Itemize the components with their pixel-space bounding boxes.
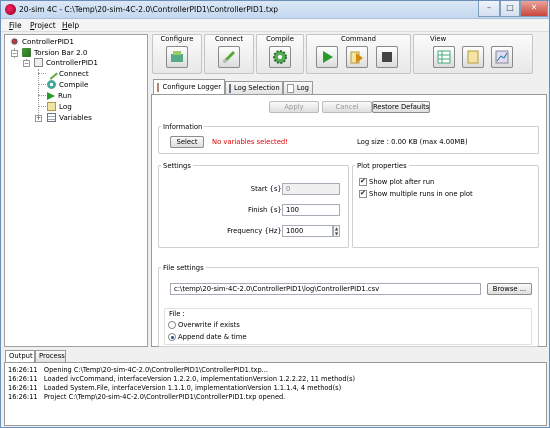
- tree-item-connect[interactable]: Connect: [45, 67, 89, 80]
- log-size-label: Log size : 0.00 KB (max 4.00MB): [357, 138, 468, 146]
- stop-button[interactable]: [376, 46, 398, 68]
- log-line: 16:26:11 Project C:\Temp\20-sim-4C-2.0\C…: [8, 393, 286, 401]
- toolbar-command: Command: [306, 34, 411, 74]
- model-icon: [34, 58, 43, 67]
- log-icon: [287, 83, 294, 93]
- tab-process[interactable]: Process: [35, 350, 66, 362]
- connect-button[interactable]: [218, 46, 240, 68]
- browse-button[interactable]: Browse ...: [487, 283, 532, 295]
- show-multiple-runs-label: Show multiple runs in one plot: [369, 190, 473, 198]
- compile-button[interactable]: [269, 46, 291, 68]
- play-icon: [47, 91, 55, 100]
- connect-icon: [222, 50, 236, 64]
- toolbar-view: View: [413, 34, 533, 74]
- play-log-icon: [350, 51, 363, 64]
- main-panel: Configure Logger Log Selection Log Apply…: [151, 79, 547, 347]
- frequency-spinner[interactable]: ▲ ▼: [333, 225, 340, 237]
- target-icon: [10, 37, 19, 46]
- tab-log-selection[interactable]: Log Selection: [225, 81, 283, 94]
- plot-icon: [495, 50, 509, 64]
- app-window: 20-sim 4C - C:\Temp\20-sim-4C-2.0\Contro…: [0, 0, 550, 428]
- log-line: 16:26:11 Loaded ivcCommand, interfaceVer…: [8, 375, 356, 383]
- stop-icon: [382, 52, 392, 62]
- finish-label: Finish {s}:: [248, 206, 284, 214]
- start-input[interactable]: 0: [282, 183, 340, 195]
- finish-input[interactable]: 100: [282, 204, 340, 216]
- menu-file[interactable]: File: [9, 21, 22, 30]
- apply-button[interactable]: Apply: [269, 101, 319, 113]
- file-settings-group: File settings c:\temp\20-sim-4C-2.0\Cont…: [158, 264, 539, 347]
- frequency-label: Frequency {Hz}:: [227, 227, 284, 235]
- output-log: 16:26:11 Opening C:\Temp\20-sim-4C-2.0\C…: [4, 362, 547, 426]
- start-label: Start {s}:: [250, 185, 284, 193]
- project-tree: ControllerPID1 − Torsion Bar 2.0 − Contr…: [4, 34, 148, 347]
- overwrite-label: Overwrite if exists: [178, 321, 240, 329]
- configure-icon: [171, 51, 183, 62]
- play-icon: [323, 51, 333, 63]
- table-icon: [47, 113, 56, 122]
- tree-item-compile[interactable]: Compile: [47, 80, 88, 89]
- tree-item-variables[interactable]: Variables: [47, 113, 92, 122]
- plot-properties-group: Plot properties Show plot after run Show…: [352, 162, 539, 248]
- table-icon: [437, 50, 451, 64]
- gear-icon: [273, 50, 287, 64]
- tree-root[interactable]: ControllerPID1: [10, 37, 74, 46]
- log-line: 16:26:11 Loaded System.File, interfaceVe…: [8, 384, 342, 392]
- overwrite-radio[interactable]: [168, 321, 176, 329]
- tab-configure-logger[interactable]: Configure Logger: [153, 79, 225, 94]
- configure-button[interactable]: [166, 46, 188, 68]
- gear-icon: [47, 80, 56, 89]
- menu-bar: File Project Help: [1, 19, 549, 32]
- tree-item-controller[interactable]: ControllerPID1: [34, 58, 98, 67]
- view-plot-button[interactable]: [491, 46, 513, 68]
- configure-logger-panel: Apply Cancel Restore Defaults Informatio…: [151, 94, 547, 347]
- file-mode-group: File : Overwrite if exists Append date &…: [164, 308, 532, 345]
- toolbar-configure: Configure: [152, 34, 202, 74]
- window-title: 20-sim 4C - C:\Temp\20-sim-4C-2.0\Contro…: [19, 5, 279, 14]
- run-button[interactable]: [316, 46, 338, 68]
- minimize-button[interactable]: –: [478, 1, 500, 17]
- title-bar: 20-sim 4C - C:\Temp\20-sim-4C-2.0\Contro…: [1, 1, 549, 19]
- settings-group: Settings Start {s}: 0 Finish {s}: 100 Fr…: [158, 162, 349, 248]
- view-log-button[interactable]: [462, 46, 484, 68]
- tab-log[interactable]: Log: [283, 81, 313, 94]
- menu-project[interactable]: Project: [30, 21, 56, 30]
- output-panel: Output Process 16:26:11 Opening C:\Temp\…: [4, 350, 547, 426]
- log-icon: [467, 50, 479, 64]
- tree-expand-toggle[interactable]: +: [35, 115, 42, 122]
- log-line: 16:26:11 Opening C:\Temp\20-sim-4C-2.0\C…: [8, 366, 268, 374]
- tree-collapse-toggle[interactable]: −: [11, 50, 18, 57]
- menu-help[interactable]: Help: [62, 21, 79, 30]
- cancel-button[interactable]: Cancel: [322, 101, 372, 113]
- tree-item-run[interactable]: Run: [47, 91, 72, 100]
- board-icon: [22, 48, 31, 57]
- app-logo-icon: [5, 4, 16, 15]
- view-variables-button[interactable]: [433, 46, 455, 68]
- tree-collapse-toggle-2[interactable]: −: [23, 60, 30, 67]
- file-group-label: File :: [169, 310, 185, 318]
- close-button[interactable]: ✕: [520, 1, 548, 17]
- log-file-path-input[interactable]: c:\temp\20-sim-4C-2.0\ControllerPID1\log…: [170, 283, 481, 295]
- toolbar-connect: Connect: [204, 34, 254, 74]
- no-variables-warning: No variables selected!: [212, 138, 288, 146]
- append-date-radio[interactable]: [168, 333, 176, 341]
- select-variables-button[interactable]: Select: [170, 136, 204, 148]
- information-group: Information Select No variables selected…: [158, 123, 539, 154]
- table-icon: [229, 83, 231, 93]
- tree-item-torsion-bar[interactable]: Torsion Bar 2.0: [22, 48, 88, 57]
- wrench-icon: [157, 82, 160, 92]
- append-date-label: Append date & time: [178, 333, 247, 341]
- tab-output[interactable]: Output: [5, 350, 35, 362]
- toolbar-compile: Compile: [256, 34, 304, 74]
- tree-item-log[interactable]: Log: [47, 102, 72, 111]
- restore-defaults-button[interactable]: Restore Defaults: [372, 101, 430, 113]
- show-multiple-runs-checkbox[interactable]: [359, 189, 367, 198]
- log-icon: [47, 102, 56, 111]
- log-run-button[interactable]: [346, 46, 368, 68]
- maximize-button[interactable]: □: [500, 1, 520, 17]
- show-plot-checkbox[interactable]: [359, 177, 367, 186]
- show-plot-label: Show plot after run: [369, 178, 435, 186]
- connect-icon: [45, 67, 58, 80]
- frequency-input[interactable]: 1000: [282, 225, 333, 237]
